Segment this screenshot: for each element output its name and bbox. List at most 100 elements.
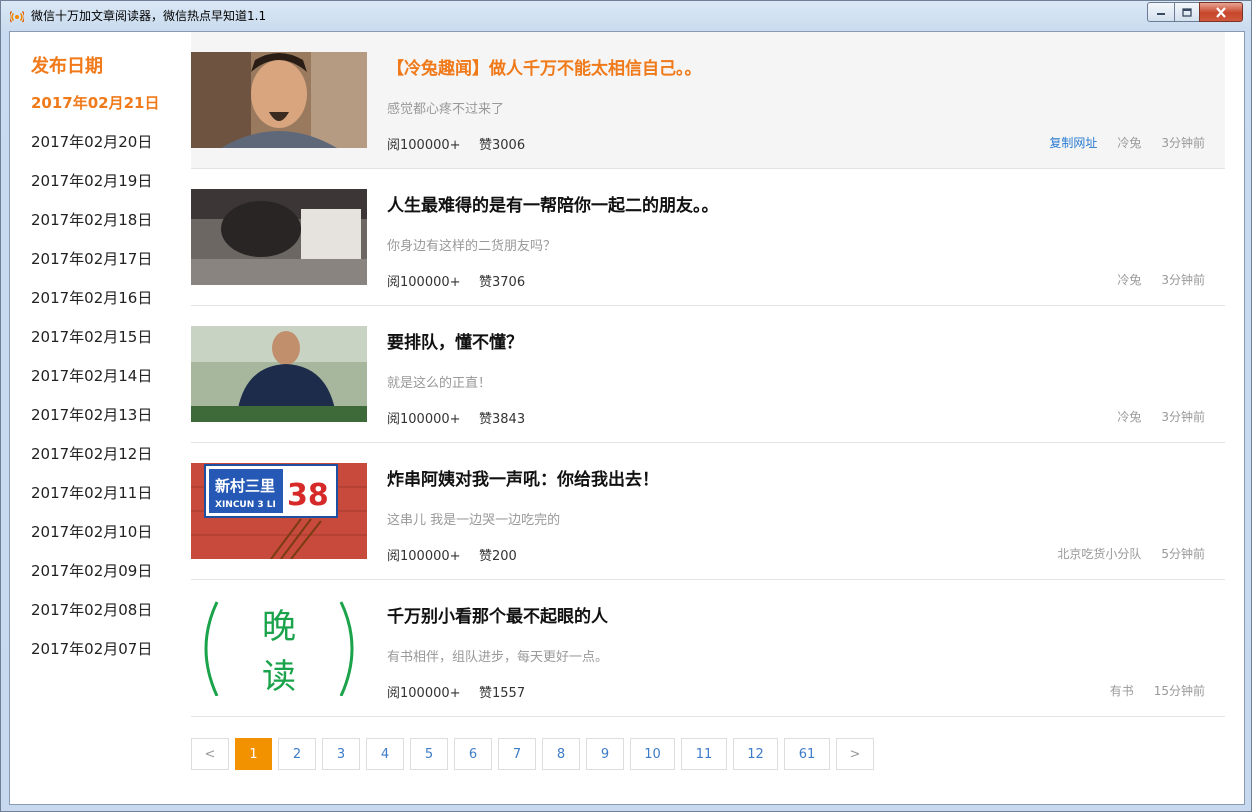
article-thumbnail[interactable] xyxy=(191,326,367,422)
article-author: 北京吃货小分队 xyxy=(1057,547,1142,561)
close-icon xyxy=(1216,6,1226,18)
like-count: 赞3843 xyxy=(479,412,526,427)
article-author: 冷兔 xyxy=(1117,273,1142,287)
prev-page-button[interactable]: < xyxy=(191,738,229,770)
maximize-icon xyxy=(1182,7,1192,17)
article-summary: 这串儿 我是一边哭一边吃完的 xyxy=(387,513,561,528)
like-count: 赞200 xyxy=(479,549,517,564)
page-button[interactable]: 10 xyxy=(630,738,675,770)
article-thumbnail[interactable]: 新村三里 XINCUN 3 LI 38 xyxy=(191,463,367,559)
date-item[interactable]: 2017年02月14日 xyxy=(31,365,160,404)
like-count: 赞3706 xyxy=(479,275,526,290)
article-thumbnail[interactable] xyxy=(191,189,367,285)
page-button-current[interactable]: 1 xyxy=(235,738,272,770)
article-meta: 北京吃货小分队 5分钟前 xyxy=(1057,545,1205,562)
page-button[interactable]: 6 xyxy=(454,738,492,770)
read-count: 阅100000+ xyxy=(387,412,461,427)
page-button[interactable]: 4 xyxy=(366,738,404,770)
date-item[interactable]: 2017年02月17日 xyxy=(31,248,160,287)
sign-name-text: 新村三里 xyxy=(215,477,275,495)
close-button[interactable] xyxy=(1199,2,1243,22)
date-item[interactable]: 2017年02月19日 xyxy=(31,170,160,209)
date-item[interactable]: 2017年02月07日 xyxy=(31,638,160,677)
article-list: 【冷兔趣闻】做人千万不能太相信自己。。 感觉都心疼不过来了 阅100000+ 赞… xyxy=(191,32,1225,717)
article-title[interactable]: 炸串阿姨对我一声吼：你给我出去！ xyxy=(387,465,659,490)
calligraphy-char-1: 晚 xyxy=(262,607,296,647)
date-item[interactable]: 2017年02月18日 xyxy=(31,209,160,248)
article-title[interactable]: 千万别小看那个最不起眼的人 xyxy=(387,602,608,627)
article-title[interactable]: 要排队，懂不懂？ xyxy=(387,328,523,353)
read-count: 阅100000+ xyxy=(387,686,461,701)
date-item[interactable]: 2017年02月12日 xyxy=(31,443,160,482)
read-count: 阅100000+ xyxy=(387,138,461,153)
article-time: 3分钟前 xyxy=(1161,410,1205,424)
wifi-signal-icon xyxy=(10,11,24,23)
article-time: 15分钟前 xyxy=(1153,684,1205,698)
date-item[interactable]: 2017年02月09日 xyxy=(31,560,160,599)
page-button[interactable]: 12 xyxy=(733,738,778,770)
window-controls xyxy=(1147,2,1243,22)
article-item[interactable]: 新村三里 XINCUN 3 LI 38 炸串阿姨对我一声吼：你给我出去！ 这串儿… xyxy=(191,443,1225,580)
date-list: 2017年02月21日 2017年02月20日 2017年02月19日 2017… xyxy=(31,92,160,677)
page-button[interactable]: 2 xyxy=(278,738,316,770)
page-button[interactable]: 9 xyxy=(586,738,624,770)
like-count: 赞1557 xyxy=(479,686,526,701)
article-time: 3分钟前 xyxy=(1161,273,1205,287)
sign-number-text: 38 xyxy=(287,478,329,513)
article-title[interactable]: 【冷兔趣闻】做人千万不能太相信自己。。 xyxy=(387,54,702,79)
article-meta: 复制网址 冷兔 3分钟前 xyxy=(1049,134,1205,151)
minimize-button[interactable] xyxy=(1147,2,1174,22)
article-time: 3分钟前 xyxy=(1161,136,1205,150)
blurry-photo-image xyxy=(191,189,367,285)
article-summary: 感觉都心疼不过来了 xyxy=(387,102,505,117)
page-button[interactable]: 8 xyxy=(542,738,580,770)
date-sidebar: 发布日期 2017年02月21日 2017年02月20日 2017年02月19日… xyxy=(10,32,185,804)
title-bar[interactable]: 微信十万加文章阅读器，微信热点早知道1.1 xyxy=(1,1,1251,31)
page-button[interactable]: 5 xyxy=(410,738,448,770)
date-item[interactable]: 2017年02月21日 xyxy=(31,92,160,131)
page-button[interactable]: 11 xyxy=(681,738,727,770)
minimize-icon xyxy=(1157,13,1165,15)
calligraphy-char-2: 读 xyxy=(262,657,296,696)
article-summary: 你身边有这样的二货朋友吗？ xyxy=(387,239,557,254)
athlete-photo-image xyxy=(191,326,367,422)
date-item[interactable]: 2017年02月15日 xyxy=(31,326,160,365)
date-item[interactable]: 2017年02月16日 xyxy=(31,287,160,326)
page-button[interactable]: 3 xyxy=(322,738,360,770)
article-meta: 冷兔 3分钟前 xyxy=(1117,271,1205,288)
window-title: 微信十万加文章阅读器，微信热点早知道1.1 xyxy=(31,9,267,23)
date-item[interactable]: 2017年02月20日 xyxy=(31,131,160,170)
article-summary: 有书相伴，组队进步，每天更好一点。 xyxy=(387,650,609,665)
date-item[interactable]: 2017年02月08日 xyxy=(31,599,160,638)
article-thumbnail[interactable]: 晚 读 xyxy=(191,600,367,696)
article-meta: 冷兔 3分钟前 xyxy=(1117,408,1205,425)
article-item[interactable]: 人生最难得的是有一帮陪你一起二的朋友。。 你身边有这样的二货朋友吗？ 阅1000… xyxy=(191,169,1225,306)
copy-url-link[interactable]: 复制网址 xyxy=(1049,134,1097,151)
read-count: 阅100000+ xyxy=(387,275,461,290)
article-summary: 就是这么的正直！ xyxy=(387,376,492,391)
article-time: 5分钟前 xyxy=(1161,547,1205,561)
article-author: 有书 xyxy=(1109,684,1134,698)
article-item[interactable]: 要排队，懂不懂？ 就是这么的正直！ 阅100000+ 赞3843 冷兔 3分钟前 xyxy=(191,306,1225,443)
article-author: 冷兔 xyxy=(1117,136,1142,150)
date-item[interactable]: 2017年02月13日 xyxy=(31,404,160,443)
app-window: 微信十万加文章阅读器，微信热点早知道1.1 发布日期 2017年02月21日 2… xyxy=(0,0,1252,812)
date-item[interactable]: 2017年02月11日 xyxy=(31,482,160,521)
page-button[interactable]: 7 xyxy=(498,738,536,770)
man-portrait-image xyxy=(191,52,367,148)
calligraphy-image: 晚 读 xyxy=(191,600,367,696)
article-item[interactable]: 【冷兔趣闻】做人千万不能太相信自己。。 感觉都心疼不过来了 阅100000+ 赞… xyxy=(191,32,1225,169)
sign-pinyin-text: XINCUN 3 LI xyxy=(215,500,276,510)
next-page-button[interactable]: > xyxy=(836,738,874,770)
article-author: 冷兔 xyxy=(1117,410,1142,424)
article-meta: 有书 15分钟前 xyxy=(1110,682,1205,699)
article-item[interactable]: 晚 读 千万别小看那个最不起眼的人 有书相伴，组队进步，每天更好一点。 阅100… xyxy=(191,580,1225,717)
sidebar-heading: 发布日期 xyxy=(31,56,103,77)
article-thumbnail[interactable] xyxy=(191,52,367,148)
article-title[interactable]: 人生最难得的是有一帮陪你一起二的朋友。。 xyxy=(387,191,719,216)
page-button[interactable]: 61 xyxy=(784,738,830,770)
content-area: 发布日期 2017年02月21日 2017年02月20日 2017年02月19日… xyxy=(9,31,1245,805)
maximize-button[interactable] xyxy=(1174,2,1199,22)
date-item[interactable]: 2017年02月10日 xyxy=(31,521,160,560)
street-sign-image: 新村三里 XINCUN 3 LI 38 xyxy=(191,463,367,559)
